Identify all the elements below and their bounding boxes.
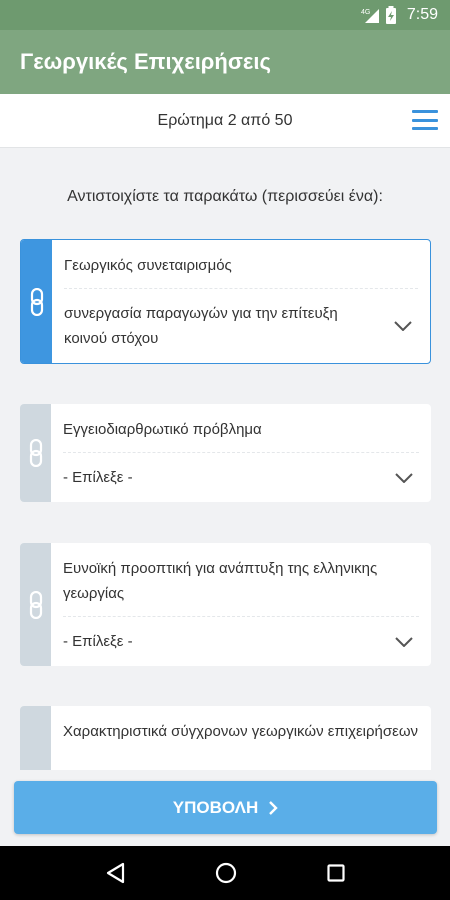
question-header: Ερώτημα 2 από 50 — [0, 94, 450, 148]
link-icon — [30, 287, 43, 316]
link-handle[interactable] — [20, 543, 51, 666]
status-time: 7:59 — [406, 6, 438, 23]
match-item-label: Χαρακτηριστικά σύγχρονων γεωργικών επιχε… — [63, 723, 419, 740]
chevron-down-icon — [394, 321, 412, 331]
app-bar: Γεωργικές Επιχειρήσεις — [0, 30, 450, 94]
link-handle[interactable] — [20, 404, 51, 502]
battery-icon — [385, 6, 396, 24]
submit-label: ΥΠΟΒΟΛΗ — [172, 797, 259, 817]
menu-icon[interactable] — [412, 108, 438, 132]
match-item-label: Εγγειοδιαρθρωτικό πρόβλημα — [63, 404, 419, 453]
network-type: 4G — [361, 9, 370, 16]
app-title: Γεωργικές Επιχειρήσεις — [20, 49, 271, 74]
signal-icon: 4G — [361, 9, 379, 23]
submit-button[interactable]: ΥΠΟΒΟΛΗ — [14, 781, 437, 834]
match-item-selected: - Επίλεξε - — [63, 633, 133, 650]
match-item-select[interactable]: συνεργασία παραγωγών για την επίτευξη κο… — [64, 289, 418, 363]
link-icon — [29, 590, 42, 619]
match-item-select[interactable]: - Επίλεξε - — [63, 617, 419, 666]
match-item-label: Γεωργικός συνεταιρισμός — [64, 240, 418, 289]
link-handle[interactable] — [21, 240, 52, 363]
question-counter: Ερώτημα 2 από 50 — [157, 111, 293, 129]
status-bar: 4G 7:59 — [0, 0, 450, 30]
system-nav-bar — [0, 846, 450, 900]
match-item-selected: συνεργασία παραγωγών για την επίτευξη κο… — [64, 305, 338, 347]
match-item-label: Ευνοϊκή προοπτική για ανάπτυξη της ελλην… — [63, 543, 419, 617]
match-item: Εγγειοδιαρθρωτικό πρόβλημα - Επίλεξε - — [20, 404, 431, 502]
match-item: Ευνοϊκή προοπτική για ανάπτυξη της ελλην… — [20, 543, 431, 666]
chevron-down-icon — [395, 636, 413, 647]
submit-area: ΥΠΟΒΟΛΗ — [0, 770, 450, 846]
recents-icon[interactable] — [327, 864, 345, 882]
question-instruction: Αντιστοιχίστε τα παρακάτω (περισσεύει έν… — [67, 188, 383, 205]
match-item-select[interactable]: - Επίλεξε - — [63, 453, 419, 502]
match-item-selected: - Επίλεξε - — [63, 469, 133, 486]
link-icon — [29, 439, 42, 467]
chevron-right-icon — [269, 800, 278, 815]
match-item: Γεωργικός συνεταιρισμός συνεργασία παραγ… — [20, 239, 431, 364]
back-icon[interactable] — [105, 862, 125, 884]
chevron-down-icon — [395, 472, 413, 483]
home-icon[interactable] — [215, 862, 237, 884]
